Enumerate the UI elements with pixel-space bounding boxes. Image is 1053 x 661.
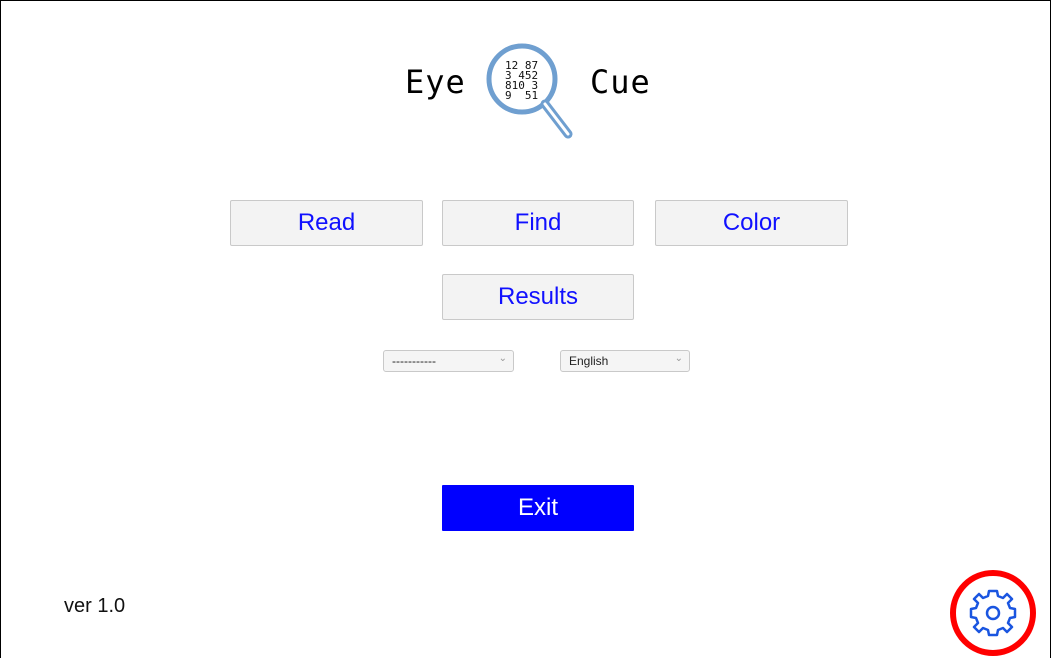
chevron-down-icon: ⌄ — [674, 353, 683, 364]
app-logo: Eye 12 87 3 452 810 3 9 51 Cue — [405, 40, 675, 150]
settings-button[interactable] — [945, 570, 1041, 656]
find-button[interactable]: Find — [442, 200, 634, 246]
logo-lens-digits-4: 9 51 — [505, 89, 539, 102]
results-button[interactable]: Results — [442, 274, 634, 320]
read-button[interactable]: Read — [230, 200, 423, 246]
version-label: ver 1.0 — [64, 595, 126, 617]
gear-icon — [969, 589, 1017, 637]
language-select[interactable]: English ⌄ — [560, 350, 690, 372]
profile-select[interactable]: ----------- ⌄ — [383, 350, 514, 372]
logo-word-cue: Cue — [590, 63, 651, 101]
color-button[interactable]: Color — [655, 200, 848, 246]
highlight-circle — [950, 570, 1036, 656]
language-select-value: English — [569, 354, 609, 368]
logo-word-eye: Eye — [405, 63, 466, 101]
exit-button[interactable]: Exit — [442, 485, 634, 531]
chevron-down-icon: ⌄ — [498, 353, 507, 364]
profile-select-value: ----------- — [392, 354, 436, 368]
magnifier-icon: 12 87 3 452 810 3 9 51 — [475, 40, 605, 150]
